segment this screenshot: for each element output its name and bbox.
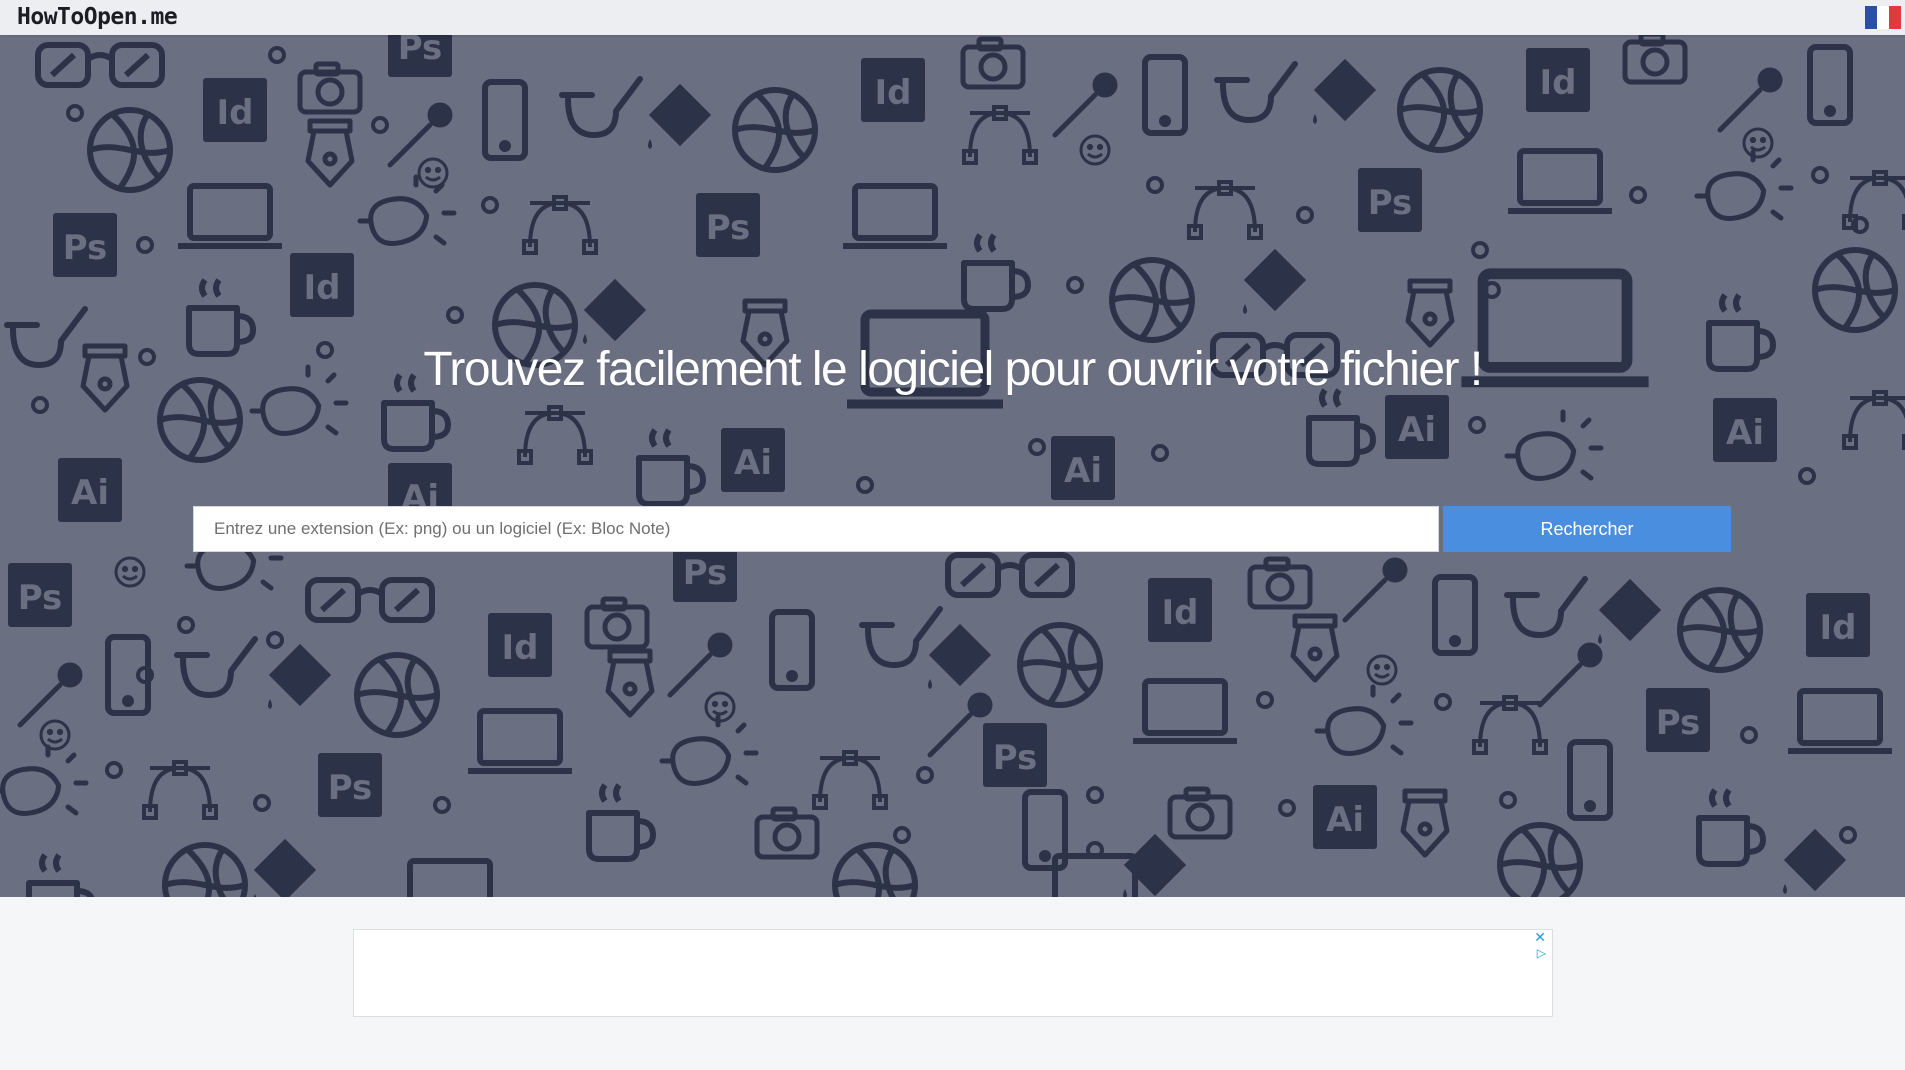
search-input[interactable] bbox=[193, 506, 1439, 552]
hero-title: Trouvez facilement le logiciel pour ouvr… bbox=[423, 343, 1483, 396]
adchoices-icon[interactable]: ▷ bbox=[1537, 946, 1546, 960]
site-logo[interactable]: HowToOpen.me bbox=[17, 2, 178, 32]
close-icon[interactable]: ✕ bbox=[1534, 930, 1546, 946]
search-button[interactable]: Rechercher bbox=[1443, 506, 1731, 552]
top-bar: HowToOpen.me bbox=[0, 0, 1905, 35]
hero-section: Id Ps Ai bbox=[0, 35, 1905, 897]
icon-pattern-background: Id Ps Ai bbox=[0, 35, 1905, 897]
france-flag-icon[interactable] bbox=[1865, 6, 1901, 29]
ad-banner[interactable]: ✕ ▷ bbox=[353, 929, 1553, 1017]
